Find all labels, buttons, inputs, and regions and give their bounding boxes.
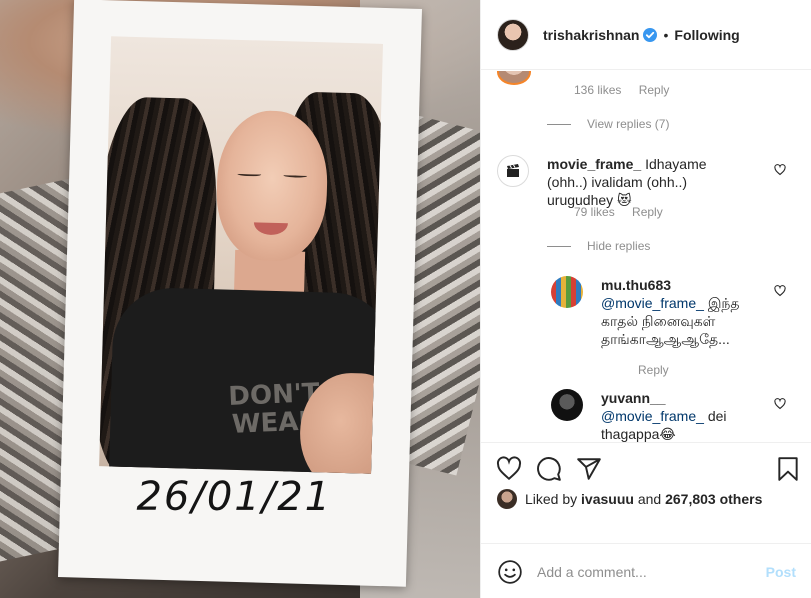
polaroid-frame: DON'T WEAR 26/01/21 [57,0,423,587]
post-header: trishakrishnan • Following [481,0,811,70]
reply-button[interactable]: Reply [632,205,663,219]
bookmark-icon[interactable] [775,456,801,482]
clapperboard-icon [507,164,519,177]
likes-summary: Liked by ivasuuu and 267,803 others [497,489,762,509]
hide-replies-button[interactable]: Hide replies [547,239,650,253]
reply-text-block: yuvann__ @movie_frame_ dei thagappa😂 [601,389,771,442]
comment-meta: 136 likes Reply [574,83,669,97]
polaroid-date-caption: 26/01/21 [136,473,333,521]
comment-likes[interactable]: 136 likes [574,83,621,97]
mention-link[interactable]: @movie_frame_ [601,408,704,424]
post-side-panel: trishakrishnan • Following 136 likes Rep… [480,0,811,598]
following-button[interactable]: Following [674,27,739,43]
share-icon[interactable] [576,456,602,482]
verified-icon [643,27,658,42]
comment-avatar[interactable] [497,71,531,85]
avatar[interactable] [551,276,583,308]
reply-item: yuvann__ @movie_frame_ dei thagappa😂 [551,389,771,442]
heart-icon[interactable] [774,398,786,410]
comment-item: movie_frame_ Idhayame (ohh..) ivalidam (… [497,155,747,209]
heart-icon[interactable] [774,285,786,297]
heart-icon[interactable] [774,164,786,176]
reply-username[interactable]: yuvann__ [601,389,771,407]
header-username[interactable]: trishakrishnan [543,27,639,43]
comment-meta: 79 likes Reply [574,205,663,219]
polaroid-photo: DON'T WEAR [99,36,384,474]
reply-button[interactable]: Reply [639,83,670,97]
comment-text-block: movie_frame_ Idhayame (ohh..) ivalidam (… [547,155,747,209]
post-actions: Liked by ivasuuu and 267,803 others [481,444,811,544]
mention-link[interactable]: @movie_frame_ [601,295,704,311]
post-button[interactable]: Post [766,564,796,580]
replies-line [547,123,571,125]
likes-middle: and [637,491,662,507]
avatar[interactable] [551,389,583,421]
comment-input[interactable] [537,563,757,580]
avatar[interactable] [497,155,529,187]
replies-line [547,245,571,247]
avatar[interactable] [497,18,529,51]
eye-right [283,173,308,178]
heart-icon[interactable] [496,456,522,482]
comment-likes[interactable]: 79 likes [574,205,615,219]
eye-left [237,171,262,177]
likes-text: Liked by ivasuuu and 267,803 others [525,491,762,507]
likes-prefix: Liked by [525,491,578,507]
separator-dot: • [663,26,669,43]
comments-list[interactable]: 136 likes Reply View replies (7) movie_f… [481,71,811,443]
comment-username[interactable]: movie_frame_ [547,156,641,172]
avatar[interactable] [497,489,517,509]
comment-icon[interactable] [536,456,562,482]
post-photo[interactable]: DON'T WEAR 26/01/21 [0,0,480,598]
reply-text-block: mu.thu683 @movie_frame_ இந்த காதல் நினைவ… [601,276,771,348]
emoji-icon[interactable] [497,559,523,585]
hide-replies-label: Hide replies [587,239,651,253]
reply-button[interactable]: Reply [638,363,669,377]
liker-username[interactable]: ivasuuu [581,491,634,507]
view-replies-button[interactable]: View replies (7) [547,117,669,131]
likes-count-link[interactable]: 267,803 others [665,491,762,507]
view-replies-label: View replies (7) [587,117,670,131]
lips [253,222,288,236]
add-comment-bar: Post [481,545,811,598]
reply-item: mu.thu683 @movie_frame_ இந்த காதல் நினைவ… [551,276,771,348]
reply-username[interactable]: mu.thu683 [601,276,771,294]
face [214,109,330,263]
